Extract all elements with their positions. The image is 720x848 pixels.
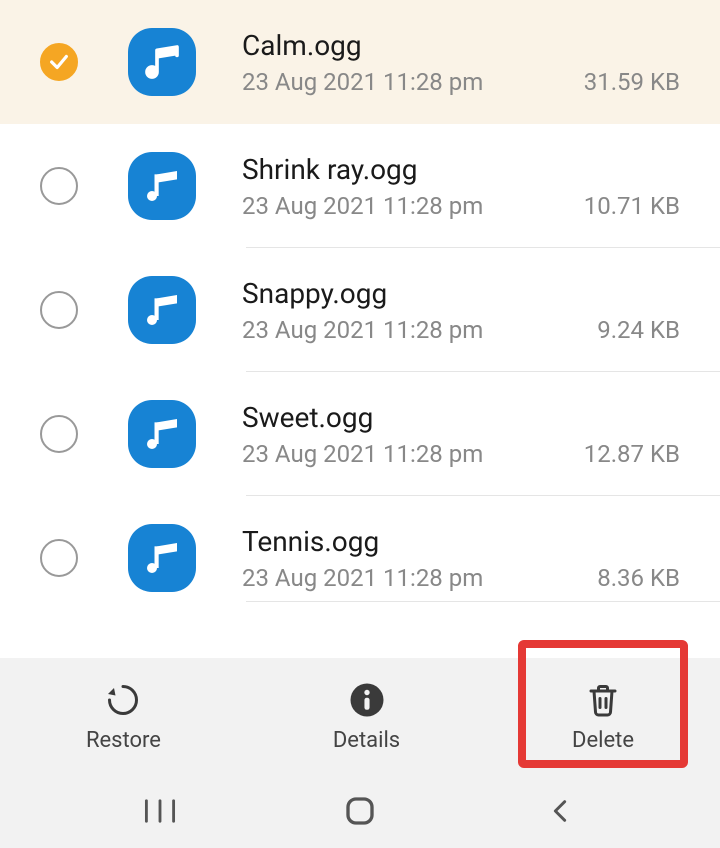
checkbox-unchecked-icon[interactable] — [40, 415, 78, 453]
file-size: 10.71 KB — [584, 192, 680, 220]
file-name: Shrink ray.ogg — [242, 153, 680, 186]
trash-icon — [583, 680, 623, 720]
music-icon — [128, 400, 196, 468]
file-name: Tennis.ogg — [242, 525, 680, 558]
checkbox-unchecked-icon[interactable] — [40, 291, 78, 329]
file-info: Sweet.ogg 23 Aug 2021 11:28 pm 12.87 KB — [242, 401, 680, 468]
recents-icon — [143, 797, 177, 825]
restore-icon — [103, 680, 143, 720]
music-icon — [128, 524, 196, 592]
file-name: Snappy.ogg — [242, 277, 680, 310]
file-item[interactable]: Calm.ogg 23 Aug 2021 11:28 pm 31.59 KB — [0, 0, 720, 124]
file-item[interactable]: Sweet.ogg 23 Aug 2021 11:28 pm 12.87 KB — [0, 372, 720, 496]
music-icon — [128, 28, 196, 96]
checkbox-checked-icon[interactable] — [40, 43, 78, 81]
toolbar-label: Details — [333, 728, 400, 753]
file-name: Calm.ogg — [242, 29, 680, 62]
file-date: 23 Aug 2021 11:28 pm — [242, 440, 483, 468]
home-nav-button[interactable] — [330, 791, 390, 831]
checkbox-unchecked-icon[interactable] — [40, 539, 78, 577]
nav-bar — [0, 774, 720, 848]
bottom-toolbar: Restore Details Delete — [0, 658, 720, 774]
file-info: Tennis.ogg 23 Aug 2021 11:28 pm 8.36 KB — [242, 525, 680, 592]
file-date: 23 Aug 2021 11:28 pm — [242, 564, 483, 592]
file-item[interactable]: Shrink ray.ogg 23 Aug 2021 11:28 pm 10.7… — [0, 124, 720, 248]
file-info: Calm.ogg 23 Aug 2021 11:28 pm 31.59 KB — [242, 29, 680, 96]
file-date: 23 Aug 2021 11:28 pm — [242, 68, 483, 96]
file-size: 31.59 KB — [584, 68, 680, 96]
file-size: 9.24 KB — [597, 316, 680, 344]
back-icon — [546, 797, 574, 825]
file-info: Shrink ray.ogg 23 Aug 2021 11:28 pm 10.7… — [242, 153, 680, 220]
music-icon — [128, 152, 196, 220]
file-date: 23 Aug 2021 11:28 pm — [242, 316, 483, 344]
file-name: Sweet.ogg — [242, 401, 680, 434]
delete-button[interactable]: Delete — [552, 670, 654, 763]
recents-nav-button[interactable] — [130, 791, 190, 831]
home-icon — [344, 795, 376, 827]
toolbar-label: Restore — [86, 728, 161, 753]
file-size: 12.87 KB — [584, 440, 680, 468]
info-icon — [347, 680, 387, 720]
file-item[interactable]: Snappy.ogg 23 Aug 2021 11:28 pm 9.24 KB — [0, 248, 720, 372]
file-date: 23 Aug 2021 11:28 pm — [242, 192, 483, 220]
file-list: Calm.ogg 23 Aug 2021 11:28 pm 31.59 KB S… — [0, 0, 720, 658]
music-icon — [128, 276, 196, 344]
details-button[interactable]: Details — [313, 670, 420, 763]
file-item[interactable]: Tennis.ogg 23 Aug 2021 11:28 pm 8.36 KB — [0, 496, 720, 602]
back-nav-button[interactable] — [530, 791, 590, 831]
file-size: 8.36 KB — [597, 564, 680, 592]
file-info: Snappy.ogg 23 Aug 2021 11:28 pm 9.24 KB — [242, 277, 680, 344]
toolbar-label: Delete — [572, 728, 634, 753]
restore-button[interactable]: Restore — [66, 670, 181, 763]
checkbox-unchecked-icon[interactable] — [40, 167, 78, 205]
